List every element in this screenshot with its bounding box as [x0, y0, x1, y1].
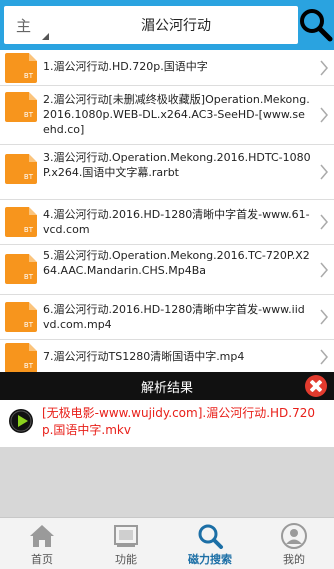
result-title: 3.湄公河行动.Operation.Mekong.2016.HDTC-1080P…	[43, 151, 311, 179]
top-search-bar: 主	[0, 0, 334, 50]
parse-result-link[interactable]: [无极电影-www.wujidy.com].湄公河行动.HD.720p.国语中字…	[42, 405, 326, 439]
result-title: 2.湄公河行动[未删减终极收藏版]Operation.Mekong.2016.1…	[43, 93, 310, 136]
play-icon[interactable]	[8, 408, 34, 434]
parse-result-item[interactable]: [无极电影-www.wujidy.com].湄公河行动.HD.720p.国语中字…	[0, 400, 334, 447]
result-item[interactable]: BT 3.湄公河行动.Operation.Mekong.2016.HDTC-10…	[0, 145, 334, 200]
chevron-right-icon	[320, 60, 328, 76]
search-box: 主	[4, 6, 298, 44]
nav-label: 我的	[283, 553, 305, 566]
result-item[interactable]: BT 2.湄公河行动[未删减终极收藏版]Operation.Mekong.201…	[0, 86, 334, 145]
bt-badge: BT	[23, 72, 33, 80]
result-title: 6.湄公河行动.2016.HD-1280清晰中字首发-www.iidvd.com…	[43, 303, 305, 331]
bt-badge: BT	[23, 226, 33, 234]
result-list: BT 1.湄公河行动.HD.720p.国语中字 BT 2.湄公河行动[未删减终极…	[0, 50, 334, 372]
result-title: 5.湄公河行动.Operation.Mekong.2016.TC-720P.X2…	[43, 249, 310, 277]
nav-label: 功能	[115, 553, 137, 566]
bt-badge: BT	[23, 111, 33, 119]
result-title: 7.湄公河行动TS1280清晰国语中字.mp4	[43, 350, 245, 363]
search-input[interactable]	[58, 11, 294, 39]
bt-file-icon: BT	[5, 343, 37, 372]
chevron-right-icon	[320, 164, 328, 180]
result-item[interactable]: BT 1.湄公河行动.HD.720p.国语中字	[0, 50, 334, 86]
search-icon	[198, 524, 223, 549]
parse-result-empty-area	[0, 447, 334, 517]
home-icon	[30, 525, 54, 547]
chevron-right-icon	[320, 214, 328, 230]
result-title: 1.湄公河行动.HD.720p.国语中字	[43, 60, 208, 73]
close-icon[interactable]	[305, 375, 327, 397]
bt-badge: BT	[23, 273, 33, 281]
bt-file-icon: BT	[5, 92, 37, 122]
nav-label: 首页	[31, 553, 53, 566]
magnifier-icon	[300, 9, 333, 42]
parse-result-title: 解析结果	[140, 381, 193, 396]
nav-label: 磁力搜索	[188, 553, 232, 566]
nav-magnet-search[interactable]: 磁力搜索	[168, 518, 252, 569]
bt-file-icon: BT	[5, 154, 37, 184]
parse-result-header: 解析结果	[0, 372, 334, 400]
search-scope-select[interactable]: 主	[4, 6, 54, 44]
result-title: 4.湄公河行动.2016.HD-1280清晰中字首发-www.61-vcd.co…	[43, 208, 310, 236]
chevron-right-icon	[320, 262, 328, 278]
search-button[interactable]	[298, 4, 334, 46]
bottom-nav: 首页 功能 磁力搜索 我的	[0, 517, 334, 569]
nav-function[interactable]: 功能	[84, 518, 168, 569]
result-item[interactable]: BT 7.湄公河行动TS1280清晰国语中字.mp4	[0, 340, 334, 372]
result-item[interactable]: BT 5.湄公河行动.Operation.Mekong.2016.TC-720P…	[0, 245, 334, 295]
dropdown-corner-icon	[42, 33, 49, 40]
bt-file-icon: BT	[5, 302, 37, 332]
nav-home[interactable]: 首页	[0, 518, 84, 569]
nav-mine[interactable]: 我的	[252, 518, 334, 569]
result-item[interactable]: BT 4.湄公河行动.2016.HD-1280清晰中字首发-www.61-vcd…	[0, 200, 334, 245]
bt-badge: BT	[23, 173, 33, 181]
search-scope-label: 主	[16, 17, 32, 35]
function-icon	[114, 525, 138, 547]
user-icon	[281, 523, 307, 549]
bt-file-icon: BT	[5, 207, 37, 237]
chevron-right-icon	[320, 349, 328, 365]
result-item[interactable]: BT 6.湄公河行动.2016.HD-1280清晰中字首发-www.iidvd.…	[0, 295, 334, 340]
bt-badge: BT	[23, 321, 33, 329]
bt-file-icon: BT	[5, 53, 37, 83]
chevron-right-icon	[320, 309, 328, 325]
bt-file-icon: BT	[5, 254, 37, 284]
bt-badge: BT	[23, 362, 33, 370]
chevron-right-icon	[320, 107, 328, 123]
